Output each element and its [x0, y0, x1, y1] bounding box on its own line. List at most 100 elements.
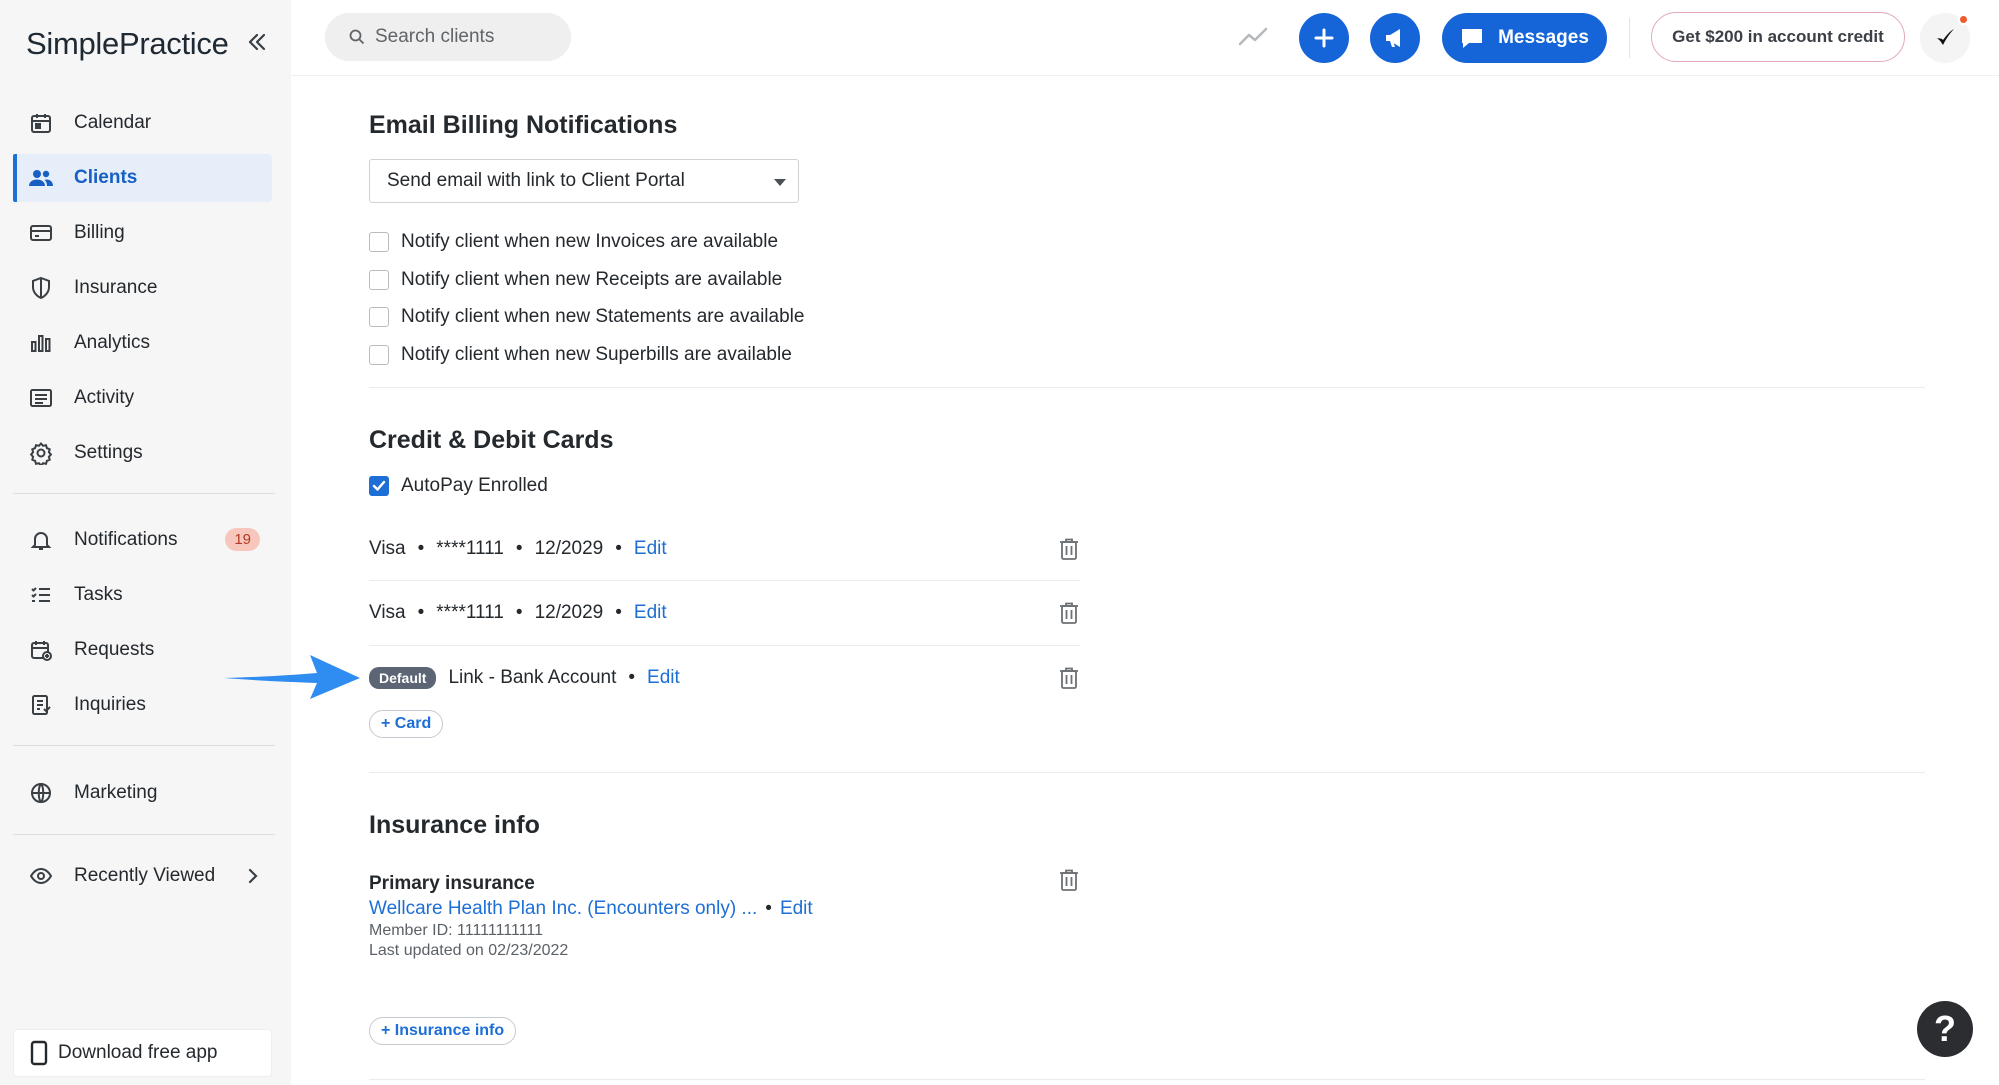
- sidebar-item-label: Inquiries: [74, 694, 146, 715]
- card-number: ****1111: [436, 602, 504, 623]
- card-brand: Visa: [369, 602, 406, 623]
- sidebar-item-notifications[interactable]: Notifications 19: [13, 516, 272, 564]
- notification-dot: [1958, 14, 1969, 25]
- insurance-plan-link[interactable]: Wellcare Health Plan Inc. (Encounters on…: [369, 898, 757, 920]
- phone-icon: [30, 1040, 48, 1066]
- card-brand: Visa: [369, 538, 406, 559]
- primary-insurance-label: Primary insurance: [369, 873, 535, 894]
- sidebar-item-recently-viewed[interactable]: Recently Viewed: [13, 852, 272, 900]
- checkbox-label: AutoPay Enrolled: [401, 475, 548, 496]
- email-billing-select[interactable]: Send email with link to Client Portal: [369, 159, 799, 203]
- bank-account-row: Default Link - Bank Account • Edit: [369, 646, 1080, 710]
- section-divider: [369, 772, 1925, 773]
- autopay-option[interactable]: AutoPay Enrolled: [369, 474, 548, 498]
- sidebar-divider: [13, 834, 275, 835]
- document-icon: [27, 691, 55, 719]
- card-row: Visa • ****1111 • 12/2029 • Edit: [369, 581, 1080, 645]
- separator-dot: •: [417, 602, 425, 623]
- sidebar: SimplePractice Calendar Clients Billing …: [0, 0, 291, 1085]
- calendar-plus-icon: [27, 636, 55, 664]
- sidebar-item-billing[interactable]: Billing: [13, 209, 272, 257]
- search-box[interactable]: [325, 13, 571, 61]
- sidebar-item-label: Clients: [74, 167, 138, 188]
- list-icon: [27, 384, 55, 412]
- help-button[interactable]: ?: [1917, 1001, 1973, 1057]
- app-logo[interactable]: SimplePractice: [26, 26, 229, 62]
- separator-dot: •: [765, 898, 772, 919]
- credit-card-icon: [27, 219, 55, 247]
- search-input[interactable]: [375, 26, 555, 48]
- separator-dot: •: [515, 602, 523, 623]
- member-id: Member ID: 11111111111: [369, 922, 544, 939]
- notify-statements-checkbox[interactable]: [369, 307, 389, 327]
- edit-bank-link[interactable]: Edit: [647, 667, 680, 689]
- sidebar-item-calendar[interactable]: Calendar: [13, 99, 272, 147]
- notify-statements-option[interactable]: Notify client when new Statements are av…: [369, 305, 804, 329]
- sidebar-item-label: Requests: [74, 639, 155, 660]
- chevron-right-icon: [242, 864, 264, 888]
- megaphone-icon: [1386, 29, 1400, 47]
- section-divider: [369, 1079, 1925, 1080]
- separator-dot: •: [615, 602, 622, 623]
- checkbox-label: Notify client when new Invoices are avai…: [401, 231, 779, 252]
- download-app-button[interactable]: Download free app: [13, 1029, 272, 1077]
- sidebar-item-label: Insurance: [74, 277, 158, 298]
- add-card-button[interactable]: + Card: [369, 710, 444, 738]
- gear-icon: [27, 439, 55, 467]
- chevron-down-icon: [774, 179, 786, 186]
- notify-invoices-checkbox[interactable]: [369, 232, 389, 252]
- notifications-badge: 19: [225, 528, 260, 551]
- sidebar-item-analytics[interactable]: Analytics: [13, 319, 272, 367]
- notify-receipts-option[interactable]: Notify client when new Receipts are avai…: [369, 268, 782, 292]
- sidebar-item-settings[interactable]: Settings: [13, 429, 272, 477]
- messages-button[interactable]: Messages: [1442, 13, 1607, 63]
- announcements-button[interactable]: [1370, 13, 1420, 63]
- autopay-checkbox[interactable]: [369, 476, 389, 496]
- add-insurance-button[interactable]: + Insurance info: [369, 1017, 517, 1045]
- sidebar-item-label: Calendar: [74, 112, 152, 133]
- sidebar-item-tasks[interactable]: Tasks: [13, 571, 272, 619]
- brand-mark-icon: [1936, 29, 1954, 45]
- calendar-icon: [27, 109, 55, 137]
- edit-card-link[interactable]: Edit: [634, 538, 667, 560]
- select-value: Send email with link to Client Portal: [387, 170, 685, 191]
- sidebar-item-marketing[interactable]: Marketing: [13, 769, 272, 817]
- trash-icon[interactable]: [1058, 601, 1080, 625]
- notify-receipts-checkbox[interactable]: [369, 270, 389, 290]
- account-credit-button[interactable]: Get $200 in account credit: [1651, 12, 1905, 62]
- sidebar-divider: [13, 745, 275, 746]
- globe-icon: [27, 779, 55, 807]
- card-number: ****1111: [436, 538, 504, 559]
- users-icon: [27, 164, 55, 192]
- trash-icon[interactable]: [1058, 666, 1080, 690]
- checkbox-label: Notify client when new Receipts are avai…: [401, 269, 783, 290]
- eye-icon: [27, 862, 55, 890]
- notify-superbills-option[interactable]: Notify client when new Superbills are av…: [369, 343, 792, 367]
- trend-icon[interactable]: [1236, 20, 1272, 54]
- insurance-title: Insurance info: [369, 811, 540, 839]
- notify-superbills-checkbox[interactable]: [369, 345, 389, 365]
- separator-dot: •: [515, 538, 523, 559]
- sidebar-item-activity[interactable]: Activity: [13, 374, 272, 422]
- sidebar-item-label: Marketing: [74, 782, 158, 803]
- notify-invoices-option[interactable]: Notify client when new Invoices are avai…: [369, 230, 778, 254]
- email-billing-title: Email Billing Notifications: [369, 111, 678, 139]
- shield-icon: [27, 274, 55, 302]
- annotation-arrow-icon: [224, 655, 360, 699]
- sidebar-item-insurance[interactable]: Insurance: [13, 264, 272, 312]
- add-button[interactable]: [1299, 13, 1349, 63]
- sidebar-item-clients[interactable]: Clients: [13, 154, 272, 202]
- trash-icon[interactable]: [1058, 537, 1080, 561]
- bell-icon: [27, 526, 55, 554]
- card-expiry: 12/2029: [534, 602, 604, 623]
- sidebar-item-label: Tasks: [74, 584, 123, 605]
- check-icon: [372, 480, 386, 491]
- trash-icon[interactable]: [1058, 868, 1080, 892]
- collapse-sidebar-icon[interactable]: [243, 28, 271, 56]
- top-bar: Messages Get $200 in account credit: [291, 0, 1999, 76]
- checkbox-label: Notify client when new Statements are av…: [401, 306, 805, 327]
- default-badge: Default: [369, 667, 437, 689]
- cards-title: Credit & Debit Cards: [369, 426, 614, 454]
- edit-insurance-link[interactable]: Edit: [780, 898, 813, 920]
- edit-card-link[interactable]: Edit: [634, 602, 667, 624]
